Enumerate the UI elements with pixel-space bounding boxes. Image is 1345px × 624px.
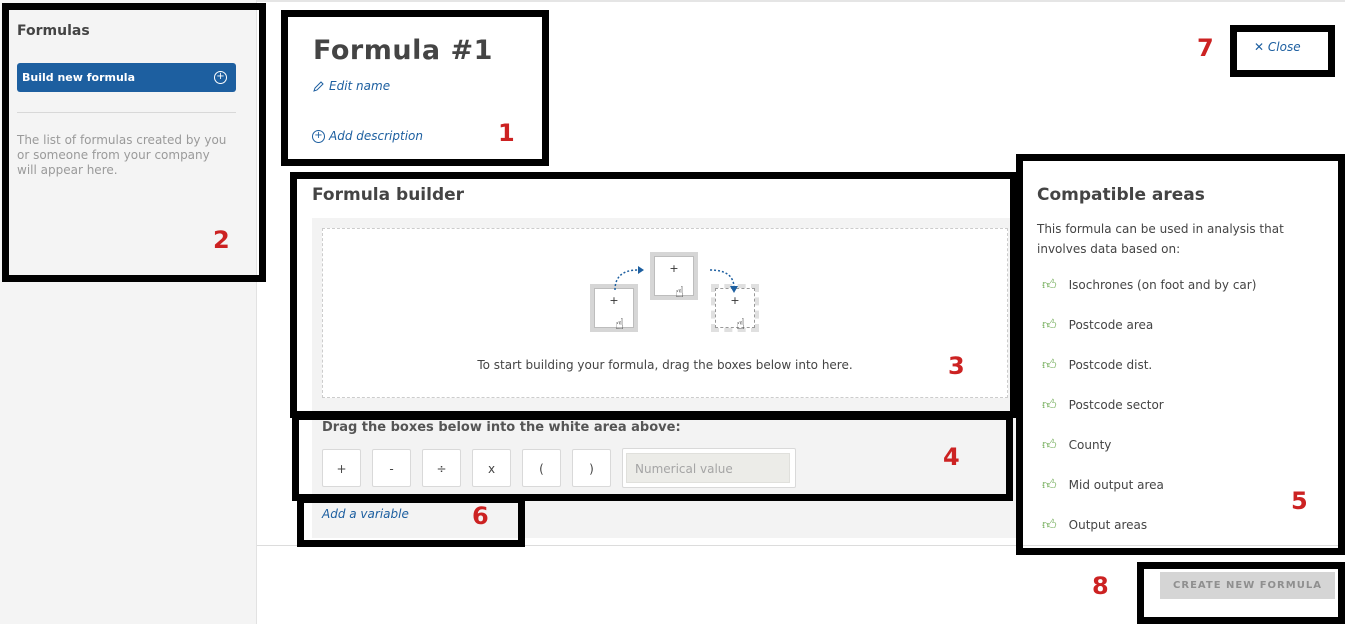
annotation-box-8 [1137, 562, 1345, 624]
annotation-box-3 [290, 172, 1017, 418]
annotation-number-5: 5 [1291, 487, 1308, 515]
annotation-box-4 [292, 413, 1013, 501]
annotation-number-8: 8 [1092, 572, 1109, 600]
annotation-number-4: 4 [943, 443, 960, 471]
annotation-number-2: 2 [213, 226, 230, 254]
annotation-number-6: 6 [472, 502, 489, 530]
annotation-box-7 [1230, 25, 1335, 77]
annotation-number-1: 1 [498, 119, 515, 147]
top-divider [257, 0, 1345, 2]
annotation-number-7: 7 [1197, 34, 1214, 62]
annotation-box-6 [297, 496, 525, 547]
annotation-number-3: 3 [948, 352, 965, 380]
